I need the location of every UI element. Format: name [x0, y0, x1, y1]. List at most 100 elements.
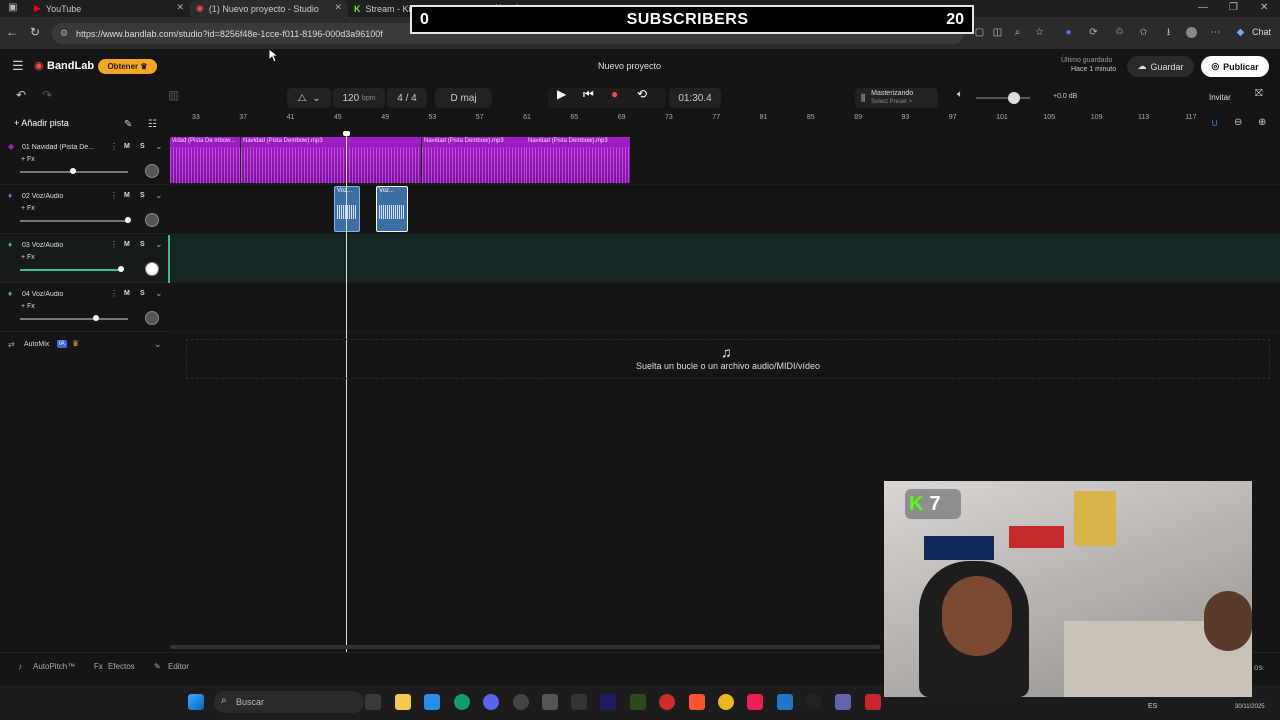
- audio-clip[interactable]: vidad (Pista De mbow...: [170, 137, 240, 183]
- app-icon[interactable]: [777, 694, 793, 710]
- track-volume-slider[interactable]: [20, 318, 128, 320]
- loop-icon[interactable]: ⟲: [637, 87, 647, 101]
- favorite-star-icon[interactable]: ☆: [1034, 27, 1045, 38]
- tempo-field[interactable]: 120 bpm: [333, 88, 385, 108]
- invitar-button[interactable]: Invitar: [1209, 93, 1231, 102]
- app-icon[interactable]: [659, 694, 675, 710]
- tab-youtube[interactable]: ▶ YouTube ✕: [28, 0, 190, 17]
- bandlab-logo[interactable]: BandLab: [47, 60, 94, 72]
- metronome-button[interactable]: ⧍ ⌄: [287, 88, 331, 108]
- tab-bandlab[interactable]: ◉ (1) Nuevo proyecto - Studio ✕: [190, 0, 348, 17]
- copilot-icon[interactable]: ◆: [1235, 27, 1246, 38]
- mastering-button[interactable]: ⫼ Masterizando Select Preset >: [855, 88, 938, 108]
- site-info-icon[interactable]: ⚙: [60, 28, 68, 39]
- app-icon[interactable]: [806, 694, 822, 710]
- chevron-down-icon[interactable]: ⌄: [155, 141, 163, 152]
- track-volume-slider[interactable]: [20, 220, 128, 222]
- chevron-down-icon[interactable]: ⌄: [155, 239, 163, 250]
- download-icon[interactable]: ⭳: [1163, 27, 1174, 38]
- chat-label[interactable]: Chat: [1252, 27, 1271, 37]
- solo-button[interactable]: S: [140, 290, 145, 297]
- track-pan-knob[interactable]: [145, 311, 159, 325]
- brave-icon[interactable]: [689, 694, 705, 710]
- snap-magnet-icon[interactable]: ∪: [1211, 117, 1218, 131]
- track-lane-3[interactable]: [170, 234, 1280, 283]
- minimize-icon[interactable]: —: [1198, 2, 1208, 13]
- master-volume-knob[interactable]: [1008, 92, 1020, 104]
- extension-icon[interactable]: ●: [1063, 27, 1074, 38]
- close-tab-icon[interactable]: ✕: [334, 2, 342, 13]
- track-volume-knob[interactable]: [70, 168, 76, 174]
- chevron-down-icon[interactable]: ⌄: [155, 288, 163, 299]
- efectos-tab[interactable]: Efectos: [108, 662, 135, 671]
- app-icon[interactable]: [542, 694, 558, 710]
- add-fx-button[interactable]: + Fx: [21, 205, 35, 212]
- track-menu-icon[interactable]: ⋮: [110, 142, 118, 151]
- maximize-icon[interactable]: ❐: [1229, 2, 1238, 13]
- track-name[interactable]: 04 Voz/Audio: [22, 291, 104, 298]
- taskbar-date[interactable]: 30/11/2025: [1235, 704, 1265, 710]
- track-menu-icon[interactable]: ⋮: [110, 289, 118, 298]
- mute-button[interactable]: M: [124, 192, 130, 199]
- audio-clip[interactable]: Navidad (Pista Dembow).mp3: [241, 137, 421, 183]
- track-pan-knob[interactable]: [145, 164, 159, 178]
- track-menu-icon[interactable]: ⋮: [110, 191, 118, 200]
- record-icon[interactable]: ●: [611, 87, 618, 101]
- close-window-icon[interactable]: ✕: [1260, 2, 1268, 13]
- master-volume-slider[interactable]: [976, 97, 1030, 99]
- back-icon[interactable]: ←: [6, 25, 18, 39]
- menu-icon[interactable]: ☰: [12, 59, 24, 73]
- obs-icon[interactable]: [513, 694, 529, 710]
- track-settings-icon[interactable]: ☷: [148, 118, 157, 132]
- language-indicator[interactable]: ES: [1148, 703, 1157, 710]
- close-tab-icon[interactable]: ✕: [176, 2, 184, 13]
- extension-icon[interactable]: ⟳: [1088, 27, 1099, 38]
- extension-icon[interactable]: ♲: [1114, 27, 1125, 38]
- teams-icon[interactable]: [835, 694, 851, 710]
- mute-button[interactable]: M: [124, 290, 130, 297]
- task-view-icon[interactable]: [365, 694, 381, 710]
- solo-button[interactable]: S: [140, 241, 145, 248]
- zoom-out-icon[interactable]: ⊖: [1234, 116, 1242, 130]
- track-name[interactable]: 03 Voz/Audio: [22, 242, 104, 249]
- grid-icon[interactable]: ▥: [168, 88, 179, 102]
- app-icon[interactable]: [571, 694, 587, 710]
- playhead-handle[interactable]: [343, 131, 350, 136]
- track-pan-knob[interactable]: [145, 262, 159, 276]
- track-header-2[interactable]: ♦ 02 Voz/Audio ⋮ M S ⌄ + Fx: [0, 185, 168, 234]
- solo-button[interactable]: S: [140, 143, 145, 150]
- autopitch-tab[interactable]: AutoPitch™: [33, 662, 75, 671]
- track-volume-knob[interactable]: [125, 217, 131, 223]
- app-icon[interactable]: [865, 694, 881, 710]
- track-menu-icon[interactable]: ⋮: [110, 240, 118, 249]
- track-header-3[interactable]: ♦ 03 Voz/Audio ⋮ M S ⌄ + Fx: [0, 234, 168, 283]
- audio-clip[interactable]: Navidad (Pista Dembow).mp3: [422, 137, 526, 183]
- drop-zone[interactable]: ♫ Suelta un bucle o un archivo audio/MID…: [186, 339, 1270, 379]
- chevron-down-icon[interactable]: ⌄: [155, 190, 163, 201]
- windows-start-icon[interactable]: [188, 694, 204, 710]
- track-header-1[interactable]: ◆ 01 Navidad (Pista De... ⋮ M S ⌄ + Fx: [0, 136, 168, 185]
- redo-icon[interactable]: ↷: [42, 88, 52, 102]
- track-name[interactable]: 01 Navidad (Pista De...: [22, 144, 104, 151]
- tiktok-icon[interactable]: [747, 694, 763, 710]
- track-volume-slider[interactable]: [20, 269, 120, 271]
- taskbar-search[interactable]: ⌕ Buscar: [214, 691, 364, 713]
- obtener-button[interactable]: Obtener ♛: [98, 59, 157, 74]
- more-menu-icon[interactable]: ⋯: [1210, 27, 1221, 38]
- favorites-icon[interactable]: ✩: [1138, 27, 1149, 38]
- time-signature-field[interactable]: 4 / 4: [387, 88, 427, 108]
- skip-back-icon[interactable]: ⏮: [583, 87, 594, 101]
- play-icon[interactable]: ▶: [557, 87, 566, 101]
- mute-button[interactable]: M: [124, 143, 130, 150]
- voice-clip[interactable]: Voz...: [376, 186, 408, 232]
- speaker-icon[interactable]: 🔈︎: [957, 88, 963, 102]
- mute-button[interactable]: M: [124, 241, 130, 248]
- file-explorer-icon[interactable]: [395, 694, 411, 710]
- tab-actions-icon[interactable]: ▣: [8, 2, 17, 13]
- discord-icon[interactable]: [483, 694, 499, 710]
- track-lane-4[interactable]: [170, 283, 1280, 332]
- track-volume-knob[interactable]: [118, 266, 124, 272]
- key-field[interactable]: D maj: [435, 88, 492, 108]
- audio-clip[interactable]: Navidad (Pista Dembow).mp3: [526, 137, 630, 183]
- add-fx-button[interactable]: + Fx: [21, 254, 35, 261]
